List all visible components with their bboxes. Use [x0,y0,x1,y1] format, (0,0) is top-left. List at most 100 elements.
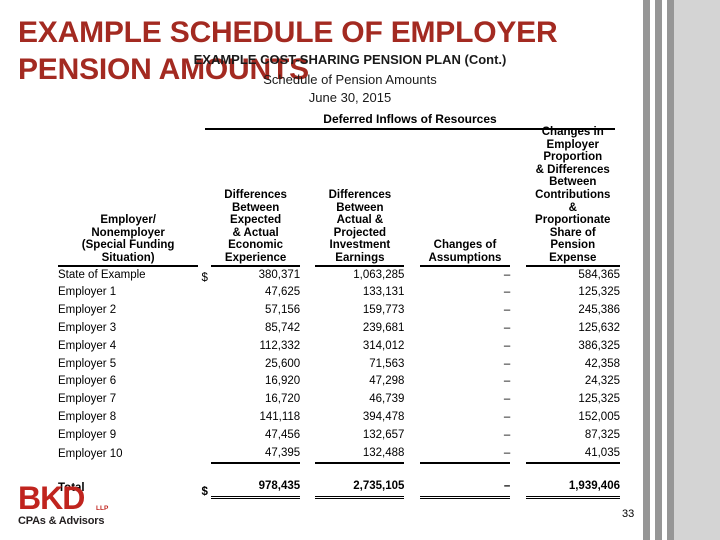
total-investment-earnings: 2,735,105 [315,463,405,500]
row-label: Employer 5 [58,357,117,370]
cell-spacer [404,463,419,497]
cell-investment-earnings: 47,298 [369,375,405,388]
row-currency [198,320,211,338]
decorative-vertical-bar-2 [655,0,662,540]
subheader-block: EXAMPLE COST-SHARING PENSION PLAN (Cont.… [160,52,540,106]
cell-employer-proportion: 584,365 [578,268,620,281]
cell-spacer [510,463,525,497]
cell-spacer [510,284,525,302]
cell-investment-earnings: 132,657 [362,428,405,441]
column-header-employer-proportion: Changes in Employer Proportion & Differe… [525,126,620,267]
cell-changes-of-assumptions: – [503,304,511,317]
cell-spacer [510,302,525,320]
row-currency [198,427,211,445]
cell-employer-proportion: 125,325 [578,393,620,406]
bkd-logo: BKD LLP CPAs & Advisors [18,482,122,531]
total-employer-proportion: 1,939,406 [525,463,620,500]
subheader-schedule-name: Schedule of Pension Amounts [263,72,437,87]
cell-changes-of-assumptions: – [503,410,511,423]
cell-employer-proportion: 42,358 [584,357,620,370]
cell-employer-proportion: 152,005 [578,410,620,423]
cell-spacer [510,320,525,338]
row-currency [198,302,211,320]
cell-employer-proportion: 24,325 [584,375,620,388]
cell-spacer [404,445,419,464]
column-header-currency-spacer [198,126,211,266]
table-header-row: Employer/ Nonemployer (Special Funding S… [58,126,620,267]
cell-changes-of-assumptions: – [503,339,511,352]
column-header-employer: Employer/ Nonemployer (Special Funding S… [58,126,199,267]
cell-spacer [510,391,525,409]
cell-spacer [300,320,315,338]
page-number: 33 [622,508,635,520]
cell-spacer [300,463,315,497]
row-currency: $ [201,272,208,285]
row-currency [198,373,211,391]
right-decorative-panel [672,0,720,540]
cell-changes-of-assumptions: – [503,428,511,441]
table-total-row: Total $ 978,435 2,735,105 – 1,939,406 [58,463,620,500]
table-group-header: Deferred Inflows of Resources [323,112,497,126]
row-label: Employer 4 [58,339,117,352]
cell-economic-experience: 380,371 [258,268,301,281]
cell-economic-experience: 25,600 [264,357,301,370]
bkd-logo-llp: LLP [96,505,109,512]
row-currency [198,338,211,356]
cell-spacer [404,373,419,391]
cell-spacer [300,427,315,445]
table-row: Employer 5 25,600 71,563 – 42,358 [58,356,620,374]
bkd-logo-tagline: CPAs & Advisors [18,515,105,527]
cell-spacer [300,391,315,409]
cell-investment-earnings: 314,012 [362,339,405,352]
cell-economic-experience: 47,456 [264,428,301,441]
row-currency [198,356,211,374]
cell-investment-earnings: 71,563 [369,357,405,370]
cell-spacer [404,427,419,445]
table-head: Employer/ Nonemployer (Special Funding S… [58,126,620,267]
decorative-vertical-bar-3 [667,0,674,540]
table-row: Employer 3 85,742 239,681 – 125,632 [58,320,620,338]
cell-spacer [404,302,419,320]
cell-investment-earnings: 239,681 [362,321,405,334]
cell-changes-of-assumptions: – [503,393,511,406]
slide-canvas: EXAMPLE SCHEDULE OF EMPLOYER PENSION AMO… [0,0,720,540]
row-label: Employer 1 [58,286,117,299]
row-currency [198,409,211,427]
cell-investment-earnings: 1,063,285 [353,268,405,281]
cell-employer-proportion: 125,325 [578,286,620,299]
cell-economic-experience: 16,920 [264,375,301,388]
cell-investment-earnings: 394,478 [362,410,405,423]
cell-employer-proportion: 386,325 [578,339,620,352]
cell-spacer [510,266,525,285]
cell-changes-of-assumptions: – [503,357,511,370]
table-row: Employer 1 47,625 133,131 – 125,325 [58,284,620,302]
row-label: Employer 6 [58,375,117,388]
table-row: Employer 8 141,118 394,478 – 152,005 [58,409,620,427]
cell-economic-experience: 112,332 [259,339,301,352]
cell-economic-experience: 141,118 [259,410,301,423]
cell-spacer [510,338,525,356]
cell-spacer [300,373,315,391]
table-row: Employer 9 47,456 132,657 – 87,325 [58,427,620,445]
cell-spacer [404,338,419,356]
decorative-vertical-bar-1 [643,0,650,540]
cell-employer-proportion: 87,325 [584,428,620,441]
cell-changes-of-assumptions: – [503,268,511,281]
cell-investment-earnings: 159,773 [362,304,405,317]
cell-investment-earnings: 133,131 [362,286,405,299]
cell-spacer [404,320,419,338]
cell-changes-of-assumptions: – [419,444,511,465]
cell-spacer [300,338,315,356]
cell-economic-experience: 57,156 [264,304,301,317]
table-row: Employer 4 112,332 314,012 – 386,325 [58,338,620,356]
row-currency [198,445,211,464]
cell-spacer [510,356,525,374]
row-label: Employer 10 [58,447,123,460]
cell-spacer [300,302,315,320]
total-changes-of-assumptions: – [419,463,511,500]
cell-spacer [300,284,315,302]
pension-amounts-table: Employer/ Nonemployer (Special Funding S… [58,126,620,500]
cell-spacer [300,445,315,464]
cell-spacer [300,409,315,427]
cell-employer-proportion: 41,035 [525,444,620,465]
